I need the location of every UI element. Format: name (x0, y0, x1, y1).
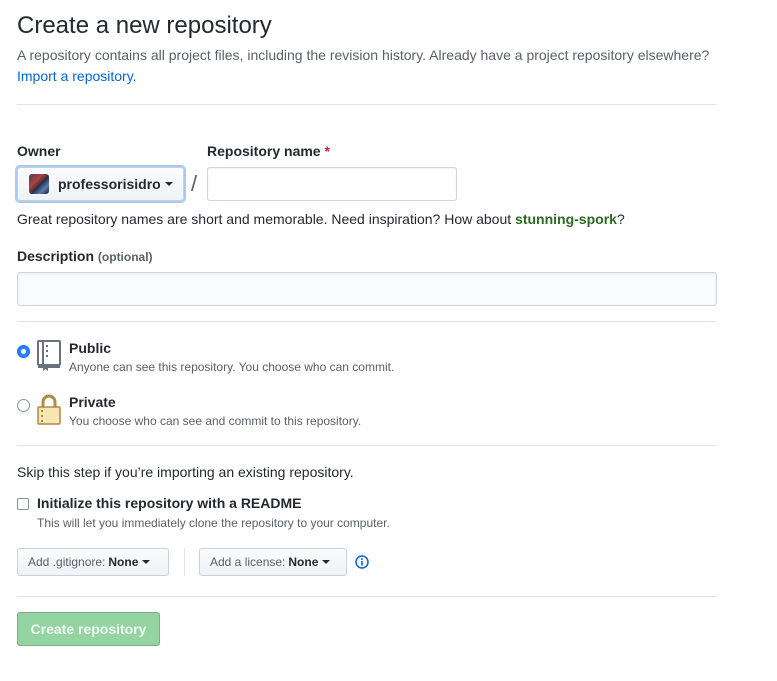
skip-note: Skip this step if you’re importing an ex… (17, 464, 354, 480)
license-value: None (288, 555, 319, 569)
subtitle-text: A repository contains all project files,… (17, 47, 710, 63)
divider (17, 321, 717, 322)
repository-name-input[interactable] (207, 167, 457, 201)
private-radio[interactable] (17, 399, 30, 412)
readme-checkbox-label[interactable]: Initialize this repository with a README (37, 495, 301, 511)
required-mark: * (324, 143, 330, 159)
repository-name-label-text: Repository name (207, 143, 321, 159)
divider (17, 445, 717, 446)
readme-checkbox[interactable] (17, 498, 29, 510)
name-hint-text: Great repository names are short and mem… (17, 211, 512, 227)
gitignore-value: None (108, 555, 139, 569)
owner-label: Owner (17, 143, 61, 159)
owner-repo-separator: / (191, 171, 198, 196)
page-subtitle: A repository contains all project files,… (17, 45, 717, 87)
license-label: Add a license: (210, 555, 286, 569)
page-title: Create a new repository (17, 12, 272, 39)
divider (17, 104, 717, 105)
readme-desc: This will let you immediately clone the … (37, 516, 390, 530)
avatar (29, 174, 49, 194)
repository-name-label: Repository name * (207, 143, 330, 159)
license-select[interactable]: Add a license: None (199, 548, 347, 576)
private-option-desc: You choose who can see and commit to thi… (69, 414, 362, 428)
info-icon[interactable] (355, 555, 369, 569)
public-radio[interactable] (17, 345, 30, 358)
gitignore-select[interactable]: Add .gitignore: None (17, 548, 169, 576)
public-option-desc: Anyone can see this repository. You choo… (69, 360, 395, 374)
name-hint: Great repository names are short and mem… (17, 211, 625, 227)
select-separator (184, 548, 185, 576)
chevron-down-icon (142, 560, 151, 564)
repo-book-icon (37, 340, 61, 371)
name-hint-suffix: ? (616, 211, 625, 227)
chevron-down-icon (322, 560, 331, 564)
import-repository-link[interactable]: Import a repository. (17, 68, 137, 84)
owner-name: professorisidro (58, 176, 161, 192)
name-suggestion[interactable]: stunning-spork (515, 211, 617, 227)
chevron-down-icon (164, 182, 173, 186)
gitignore-label: Add .gitignore: (28, 555, 106, 569)
public-option-title[interactable]: Public (69, 340, 111, 356)
optional-note: (optional) (97, 250, 153, 264)
owner-dropdown[interactable]: professorisidro (17, 167, 184, 201)
divider (17, 596, 717, 597)
lock-icon (37, 394, 61, 425)
private-option-title[interactable]: Private (69, 394, 116, 410)
create-repository-button[interactable]: Create repository (17, 612, 160, 646)
description-label: Description (optional) (17, 248, 153, 264)
description-input[interactable] (17, 272, 717, 306)
description-label-text: Description (17, 248, 95, 264)
